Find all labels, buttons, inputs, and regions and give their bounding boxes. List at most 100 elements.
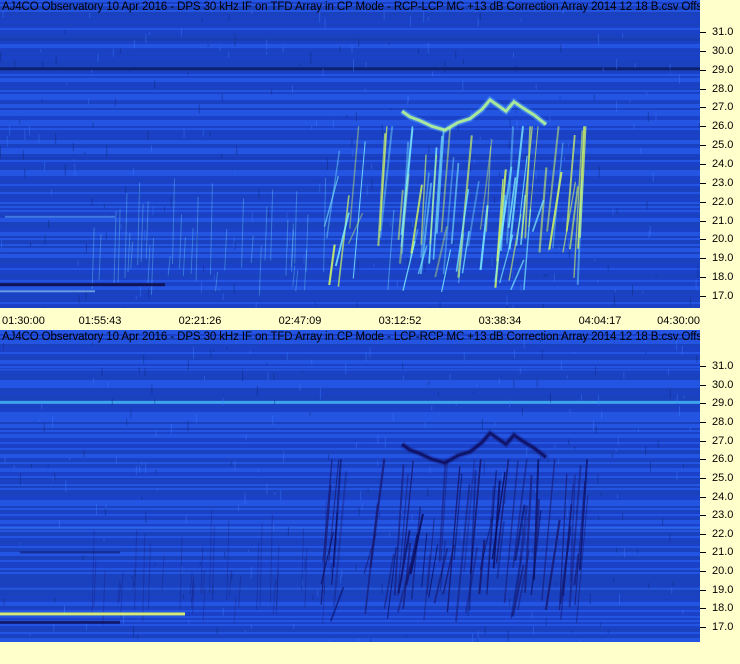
- speckle: [490, 137, 492, 142]
- noise-band: [0, 74, 700, 76]
- speckle: [251, 211, 253, 223]
- speckle: [54, 597, 56, 603]
- speckle: [481, 419, 483, 431]
- speckle: [271, 89, 273, 95]
- noise-band: [0, 458, 700, 460]
- speckle: [156, 488, 158, 491]
- noise-band: [0, 84, 700, 86]
- speckle: [84, 151, 86, 155]
- speckle: [230, 462, 232, 466]
- frequency-tick-label: 20.0: [712, 565, 734, 578]
- speckle: [138, 465, 140, 473]
- noise-band: [0, 36, 700, 38]
- noise-band: [0, 42, 700, 44]
- speckle: [355, 112, 357, 122]
- noise-band: [0, 378, 700, 380]
- speckle: [133, 40, 135, 49]
- noise-band: [0, 506, 700, 508]
- speckle: [151, 384, 153, 395]
- noise-band: [0, 194, 700, 196]
- speckle: [461, 531, 463, 541]
- frequency-tick-label: 25.0: [712, 471, 734, 484]
- noise-band: [0, 500, 700, 502]
- speckle: [546, 273, 548, 277]
- noise-band: [0, 288, 700, 290]
- speckle: [52, 416, 54, 429]
- speckle: [597, 473, 599, 484]
- speckle: [645, 351, 647, 354]
- speckle: [597, 279, 599, 284]
- noise-band: [0, 560, 700, 562]
- speckle: [563, 216, 565, 220]
- speckle: [595, 366, 597, 376]
- noise-band: [0, 422, 700, 424]
- speckle: [479, 12, 481, 21]
- speckle: [242, 369, 244, 382]
- speckle: [72, 142, 74, 152]
- speckle: [203, 265, 205, 273]
- speckle: [19, 119, 21, 124]
- noise-band: [0, 594, 700, 596]
- speckle: [566, 375, 568, 379]
- speckle: [210, 349, 212, 357]
- time-tick-label: 03:38:34: [478, 315, 522, 327]
- speckle: [441, 186, 443, 193]
- noise-band: [0, 172, 700, 174]
- speckle: [97, 53, 99, 63]
- speckle: [558, 458, 560, 464]
- noise-band: [0, 348, 700, 350]
- interference-line: [0, 620, 120, 624]
- speckle: [147, 130, 149, 141]
- noise-band: [0, 418, 700, 420]
- noise-band: [0, 540, 700, 542]
- speckle: [531, 612, 533, 618]
- noise-band: [0, 246, 700, 248]
- speckle: [549, 115, 551, 123]
- noise-band: [0, 504, 700, 506]
- noise-band: [0, 230, 700, 232]
- speckle: [645, 446, 647, 455]
- speckle: [357, 260, 359, 272]
- speckle: [513, 379, 515, 388]
- speckle: [411, 220, 413, 228]
- noise-band: [0, 408, 700, 410]
- noise-band: [0, 630, 700, 632]
- noise-band: [0, 108, 700, 110]
- noise-band: [0, 138, 700, 140]
- speckle: [648, 230, 650, 239]
- speckle: [424, 263, 426, 273]
- speckle: [77, 260, 79, 266]
- speckle: [128, 67, 130, 72]
- speckle: [507, 630, 509, 642]
- frequency-tick: [700, 69, 706, 71]
- noise-band: [0, 482, 700, 484]
- noise-band: [0, 264, 700, 266]
- speckle: [289, 234, 291, 242]
- speckle: [29, 634, 31, 637]
- speckle: [462, 58, 464, 64]
- speckle: [267, 372, 269, 381]
- speckle: [601, 411, 603, 419]
- speckle: [145, 34, 147, 43]
- noise-band: [0, 382, 700, 384]
- speckle: [24, 169, 26, 179]
- speckle: [444, 61, 446, 73]
- speckle: [293, 623, 295, 630]
- speckle: [266, 51, 268, 55]
- noise-band: [0, 502, 700, 504]
- speckle: [358, 39, 360, 48]
- noise-band: [0, 298, 700, 300]
- speckle: [351, 137, 353, 147]
- speckle: [514, 222, 516, 225]
- speckle: [390, 108, 392, 111]
- speckle: [69, 457, 71, 461]
- speckle: [509, 399, 511, 408]
- frequency-tick: [700, 164, 706, 165]
- noise-band: [0, 208, 700, 210]
- noise-band: [0, 214, 700, 216]
- noise-band: [0, 154, 700, 156]
- rfi-band: [0, 587, 700, 590]
- speckle: [201, 18, 203, 23]
- speckle: [629, 100, 631, 104]
- speckle: [50, 189, 52, 196]
